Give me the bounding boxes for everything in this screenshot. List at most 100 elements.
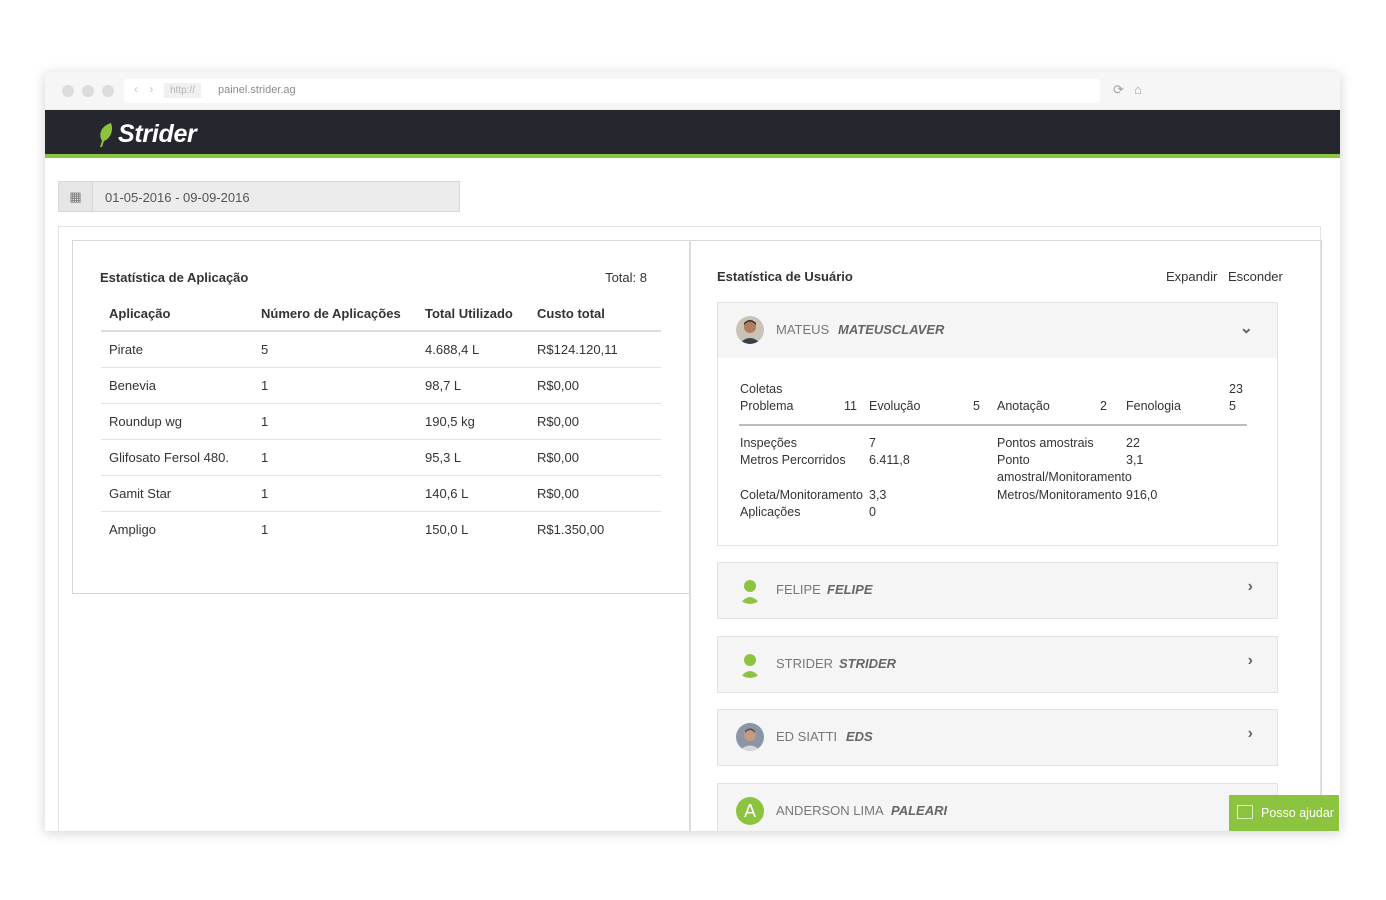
column-header: Aplicação: [101, 297, 253, 332]
stat-label: Pontos amostrais: [997, 436, 1094, 450]
user-name: ED SIATTI: [776, 729, 838, 744]
app-logo[interactable]: Strider: [118, 120, 197, 149]
table-cell: 1: [261, 521, 269, 537]
window-close-dot[interactable]: [62, 85, 74, 97]
stat-value: 3,1: [1126, 453, 1144, 467]
table-cell: 4.688,4 L: [417, 331, 529, 368]
stat-value: 5: [1229, 399, 1236, 413]
stat-value: 5: [973, 399, 980, 413]
help-label: Posso ajudar: [1261, 806, 1334, 820]
window-maximize-dot[interactable]: [102, 85, 114, 97]
table-cell: Pirate: [101, 331, 253, 368]
user-row-mateus[interactable]: MATEUS MATEUSCLAVER ⌄: [717, 302, 1278, 359]
back-forward-icon[interactable]: ‹ ›: [134, 82, 157, 96]
table-cell: 98,7 L: [417, 367, 529, 404]
application-total: Total: 8: [605, 270, 647, 285]
address-bar[interactable]: ‹ › http:// painel.strider.ag: [124, 79, 1100, 103]
user-login: STRIDER: [839, 656, 897, 671]
table-cell: 150,0 L: [425, 521, 469, 537]
user-name: MATEUS: [776, 322, 830, 337]
table-cell: 1: [253, 475, 417, 512]
user-avatar: [736, 723, 764, 751]
stat-value: 22: [1126, 436, 1140, 450]
table-row[interactable]: Ampligo 1 150,0 L R$1.350,00: [101, 511, 661, 547]
user-login: PALEARI: [891, 803, 948, 818]
column-header: Custo total: [529, 297, 661, 332]
stat-value: 3,3: [869, 488, 887, 502]
stats-separator: [739, 424, 1247, 426]
table-cell: R$0,00: [529, 439, 661, 476]
user-row-ed-siatti[interactable]: ED SIATTI EDS ›: [717, 709, 1278, 766]
app-header: Strider: [45, 110, 1340, 158]
table-cell: R$0,00: [529, 403, 661, 440]
help-chat-button[interactable]: Posso ajudar: [1229, 795, 1339, 831]
user-name: FELIPE: [776, 582, 821, 597]
chevron-right-icon[interactable]: ›: [1248, 725, 1253, 743]
home-icon[interactable]: ⌂: [1134, 82, 1142, 97]
chevron-right-icon[interactable]: ›: [1248, 578, 1253, 596]
user-row-felipe[interactable]: FELIPE FELIPE ›: [717, 562, 1278, 619]
url-text[interactable]: painel.strider.ag: [218, 84, 296, 96]
user-name: STRIDER: [776, 656, 834, 671]
reload-icon[interactable]: ⟳: [1113, 82, 1124, 98]
user-avatar: [736, 316, 764, 344]
window-minimize-dot[interactable]: [82, 85, 94, 97]
table-cell: 1: [253, 439, 417, 476]
stat-label: Coletas: [740, 382, 783, 396]
stat-label: Metros/Monitoramento: [997, 488, 1123, 502]
chevron-right-icon[interactable]: ›: [1248, 652, 1253, 670]
table-cell: 1: [253, 403, 417, 440]
table-cell: 140,6 L: [417, 475, 529, 512]
user-name: ANDERSON LIMA: [776, 803, 884, 818]
letter-avatar: A: [736, 797, 764, 825]
user-row-strider[interactable]: STRIDER STRIDER ›: [717, 636, 1278, 693]
table-row[interactable]: Roundup wg 1 190,5 kg R$0,00: [101, 403, 661, 440]
application-table: Aplicação Número de Aplicações Total Uti…: [101, 297, 661, 547]
stat-label: Coleta/Monitoramento: [740, 488, 863, 502]
table-cell: 95,3 L: [417, 439, 529, 476]
stat-label: Anotação: [997, 399, 1050, 413]
expand-all-link[interactable]: Expandir: [1166, 269, 1217, 284]
stat-value: 2: [1100, 399, 1107, 413]
calendar-icon[interactable]: ▦: [59, 182, 93, 211]
table-row[interactable]: Pirate 5 4.688,4 L R$124.120,11: [101, 331, 661, 368]
table-row[interactable]: Glifosato Fersol 480. 1 95,3 L R$0,00: [101, 439, 661, 476]
application-stats-card: Estatística de Aplicação Total: 8 Aplica…: [72, 240, 691, 594]
default-user-avatar: [736, 650, 764, 678]
user-detail-mateus: Coletas 23 Problema 11 Evolução 5 Anotaç…: [717, 358, 1278, 546]
chevron-down-icon[interactable]: ⌄: [1240, 318, 1253, 338]
table-cell: Roundup wg: [101, 403, 253, 440]
strider-leaf-icon: [100, 123, 113, 147]
browser-chrome: ‹ › http:// painel.strider.ag ⟳ ⌂: [45, 72, 1340, 110]
column-header: Número de Aplicações: [253, 297, 417, 332]
application-stats-title: Estatística de Aplicação: [100, 270, 249, 285]
user-login: EDS: [846, 729, 873, 744]
hide-all-link[interactable]: Esconder: [1228, 269, 1283, 284]
table-cell: R$0,00: [529, 367, 661, 404]
table-row[interactable]: Gamit Star 1 140,6 L R$0,00: [101, 475, 661, 512]
default-user-avatar: [736, 576, 764, 604]
user-row-anderson-lima[interactable]: A ANDERSON LIMA PALEARI: [717, 783, 1278, 831]
table-cell: Gamit Star: [101, 475, 253, 512]
stat-label: Evolução: [869, 399, 921, 413]
user-stats-title: Estatística de Usuário: [717, 269, 853, 284]
table-cell: 190,5 kg: [417, 403, 529, 440]
date-range-value[interactable]: 01-05-2016 - 09-09-2016: [105, 190, 250, 205]
table-row[interactable]: Benevia 1 98,7 L R$0,00: [101, 367, 661, 404]
panel-divider: [689, 240, 691, 831]
table-cell: 5: [253, 331, 417, 368]
user-stats-toggles: Expandir Esconder: [1166, 269, 1290, 284]
stat-value: 11: [844, 399, 857, 413]
table-cell: R$0,00: [529, 475, 661, 512]
column-header: Total Utilizado: [417, 297, 529, 332]
table-cell: 1: [253, 367, 417, 404]
stat-label: Fenologia: [1126, 399, 1181, 413]
date-range-picker[interactable]: ▦ 01-05-2016 - 09-09-2016: [58, 181, 460, 212]
stat-label: amostral/Monitoramento: [997, 470, 1132, 484]
table-cell: Ampligo: [109, 521, 156, 537]
stat-value: 0: [869, 505, 876, 519]
table-cell: R$124.120,11: [529, 331, 661, 368]
stat-label: Metros Percorridos: [740, 453, 846, 467]
browser-window: ‹ › http:// painel.strider.ag ⟳ ⌂ Stride…: [45, 72, 1340, 831]
stat-label: Ponto: [997, 453, 1030, 467]
